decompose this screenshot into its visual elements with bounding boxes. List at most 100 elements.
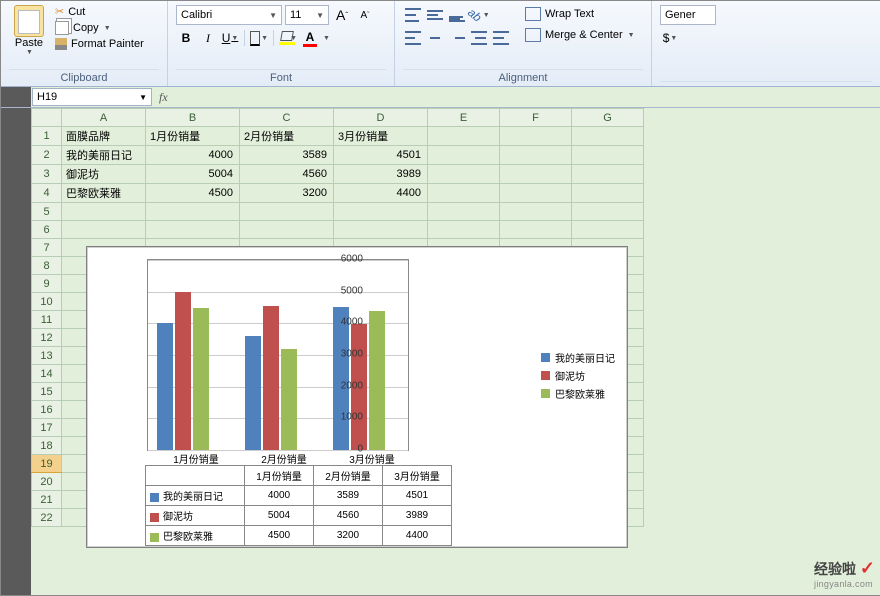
cell[interactable] [572,203,644,221]
row-header[interactable]: 15 [32,383,62,401]
cell[interactable]: 面膜品牌 [62,127,146,146]
cell[interactable]: 3200 [240,184,334,203]
row-header[interactable]: 1 [32,127,62,146]
align-left-button[interactable] [403,28,423,48]
cell[interactable] [146,203,240,221]
cell[interactable] [572,165,644,184]
bold-button[interactable]: B [176,28,196,48]
cell[interactable] [500,184,572,203]
cell[interactable] [428,203,500,221]
increase-indent-button[interactable] [491,28,511,48]
row-header[interactable]: 7 [32,239,62,257]
cell[interactable] [500,221,572,239]
row-header[interactable]: 11 [32,311,62,329]
cell[interactable] [572,127,644,146]
number-format-combo[interactable]: Gener [660,5,716,25]
font-name-combo[interactable]: Calibri▼ [176,5,282,25]
row-header[interactable]: 12 [32,329,62,347]
cell[interactable]: 巴黎欧莱雅 [62,184,146,203]
cell[interactable] [62,221,146,239]
chevron-down-icon[interactable]: ▼ [669,35,677,42]
fill-color-button[interactable]: ▼ [278,28,298,48]
row-header[interactable]: 2 [32,146,62,165]
row-header[interactable]: 3 [32,165,62,184]
cell[interactable] [572,146,644,165]
cell[interactable]: 4000 [146,146,240,165]
underline-button[interactable]: U▼ [220,28,240,48]
font-color-button[interactable]: A [300,28,320,48]
chevron-down-icon[interactable]: ▼ [230,35,238,42]
cut-button[interactable]: ✂Cut [55,5,144,18]
cell[interactable]: 1月份销量 [146,127,240,146]
cell[interactable]: 3月份销量 [334,127,428,146]
italic-button[interactable]: I [198,28,218,48]
align-middle-button[interactable] [425,5,445,25]
row-header[interactable]: 14 [32,365,62,383]
cell[interactable] [334,221,428,239]
merge-center-button[interactable]: Merge & Center▼ [521,26,639,44]
cell[interactable]: 5004 [146,165,240,184]
fx-label[interactable]: fx [153,87,174,107]
cell[interactable] [146,221,240,239]
row-header[interactable]: 6 [32,221,62,239]
cell[interactable]: 4400 [334,184,428,203]
cell[interactable] [240,221,334,239]
row-header[interactable]: 9 [32,275,62,293]
cell[interactable] [428,146,500,165]
chevron-down-icon[interactable]: ▼ [103,25,111,32]
copy-button[interactable]: Copy▼ [55,21,144,35]
row-header[interactable]: 22 [32,509,62,527]
cell[interactable] [334,203,428,221]
cell[interactable] [62,203,146,221]
row-header[interactable]: 10 [32,293,62,311]
cell[interactable]: 4501 [334,146,428,165]
cell[interactable]: 3589 [240,146,334,165]
chevron-down-icon[interactable]: ▼ [265,11,277,20]
row-header[interactable]: 20 [32,473,62,491]
cell[interactable] [500,203,572,221]
chevron-down-icon[interactable]: ▼ [312,11,324,20]
col-header[interactable]: A [62,109,146,127]
cell[interactable] [428,184,500,203]
row-header[interactable]: 19 [32,455,62,473]
cell[interactable]: 我的美丽日记 [62,146,146,165]
align-center-button[interactable] [425,28,445,48]
row-header[interactable]: 8 [32,257,62,275]
embedded-chart[interactable]: 我的美丽日记御泥坊巴黎欧莱雅 1月份销量2月份销量3月份销量我的美丽日记4000… [86,246,628,548]
row-header[interactable]: 21 [32,491,62,509]
chevron-down-icon[interactable]: ▼ [627,32,635,39]
accounting-format-button[interactable]: $▼ [660,28,680,48]
cell[interactable] [572,221,644,239]
cell[interactable] [500,165,572,184]
row-header[interactable]: 18 [32,437,62,455]
font-size-combo[interactable]: 11▼ [285,5,329,25]
row-header[interactable]: 13 [32,347,62,365]
formula-input[interactable] [174,87,880,107]
chevron-down-icon[interactable]: ▼ [25,49,33,56]
border-button[interactable]: ▼ [249,28,269,48]
cell[interactable] [500,127,572,146]
cell[interactable] [500,146,572,165]
chevron-down-icon[interactable]: ▼ [322,35,330,42]
row-header[interactable]: 17 [32,419,62,437]
cell[interactable]: 御泥坊 [62,165,146,184]
cell[interactable] [240,203,334,221]
cell[interactable]: 2月份销量 [240,127,334,146]
worksheet[interactable]: A B C D E F G 1 面膜品牌 1月份销量 2月份销量 3月份销量 2… [31,108,880,595]
wrap-text-button[interactable]: Wrap Text [521,5,639,23]
align-bottom-button[interactable] [447,5,467,25]
format-painter-button[interactable]: Format Painter [55,38,144,50]
col-header[interactable]: E [428,109,500,127]
align-top-button[interactable] [403,5,423,25]
orientation-button[interactable]: ab▼ [469,5,489,25]
name-box[interactable]: H19▼ [32,88,152,106]
cell[interactable] [572,184,644,203]
paste-button[interactable]: Paste ▼ [9,5,49,56]
chevron-down-icon[interactable]: ▼ [260,35,268,42]
col-header[interactable]: G [572,109,644,127]
cell[interactable]: 3989 [334,165,428,184]
cell[interactable] [428,221,500,239]
row-header[interactable]: 5 [32,203,62,221]
cell[interactable]: 4560 [240,165,334,184]
row-header[interactable]: 16 [32,401,62,419]
